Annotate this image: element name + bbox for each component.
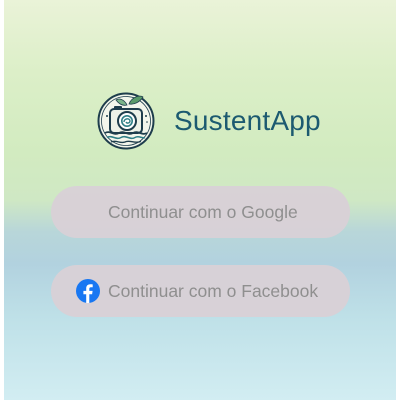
facebook-login-button[interactable]: Continuar com o Facebook [51,265,350,317]
facebook-icon [76,279,100,303]
login-screen: SustentApp Continuar com o Google Contin… [4,0,396,400]
facebook-login-label: Continuar com o Facebook [108,280,319,301]
brand-header: SustentApp [97,92,321,150]
camera-waves-leaf-icon [97,92,155,150]
google-login-button[interactable]: Continuar com o Google [51,186,350,238]
google-login-label: Continuar com o Google [108,201,298,222]
app-name: SustentApp [174,105,321,136]
